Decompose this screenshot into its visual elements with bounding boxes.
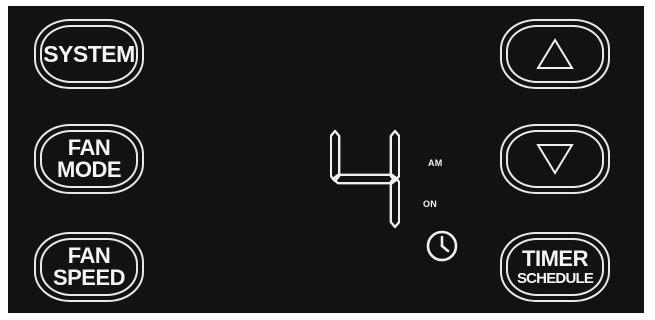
fan-speed-button[interactable]: FAN SPEED bbox=[34, 232, 144, 302]
fan-mode-label-line1: FAN bbox=[67, 135, 111, 160]
system-button-label: SYSTEM bbox=[43, 40, 135, 67]
down-triangle-icon bbox=[536, 144, 574, 175]
segment-f bbox=[329, 129, 341, 183]
down-button[interactable] bbox=[500, 124, 610, 194]
timer-schedule-button[interactable]: TIMER SCHEDULE bbox=[500, 232, 610, 302]
fan-mode-button[interactable]: FAN MODE bbox=[34, 124, 144, 194]
digit-display bbox=[329, 129, 401, 229]
on-indicator: ON bbox=[423, 199, 437, 209]
seven-segment-display bbox=[329, 128, 401, 230]
am-indicator: AM bbox=[428, 158, 443, 168]
segment-c bbox=[389, 175, 401, 229]
timer-label-line1: TIMER bbox=[522, 246, 588, 271]
fan-speed-button-label: FAN SPEED bbox=[52, 243, 126, 290]
segment-g bbox=[331, 173, 399, 185]
up-button[interactable] bbox=[500, 19, 610, 89]
fan-mode-button-label: FAN MODE bbox=[57, 135, 122, 182]
segment-b bbox=[389, 129, 401, 183]
fan-speed-label-line1: FAN bbox=[67, 243, 111, 268]
timer-label-line2: SCHEDULE bbox=[516, 270, 594, 287]
timer-schedule-button-label: TIMER SCHEDULE bbox=[516, 246, 594, 287]
fan-speed-label-line2: SPEED bbox=[52, 265, 126, 290]
system-button[interactable]: SYSTEM bbox=[34, 19, 144, 89]
clock-icon bbox=[426, 230, 458, 262]
up-triangle-icon bbox=[536, 38, 574, 69]
fan-mode-label-line2: MODE bbox=[57, 157, 122, 182]
